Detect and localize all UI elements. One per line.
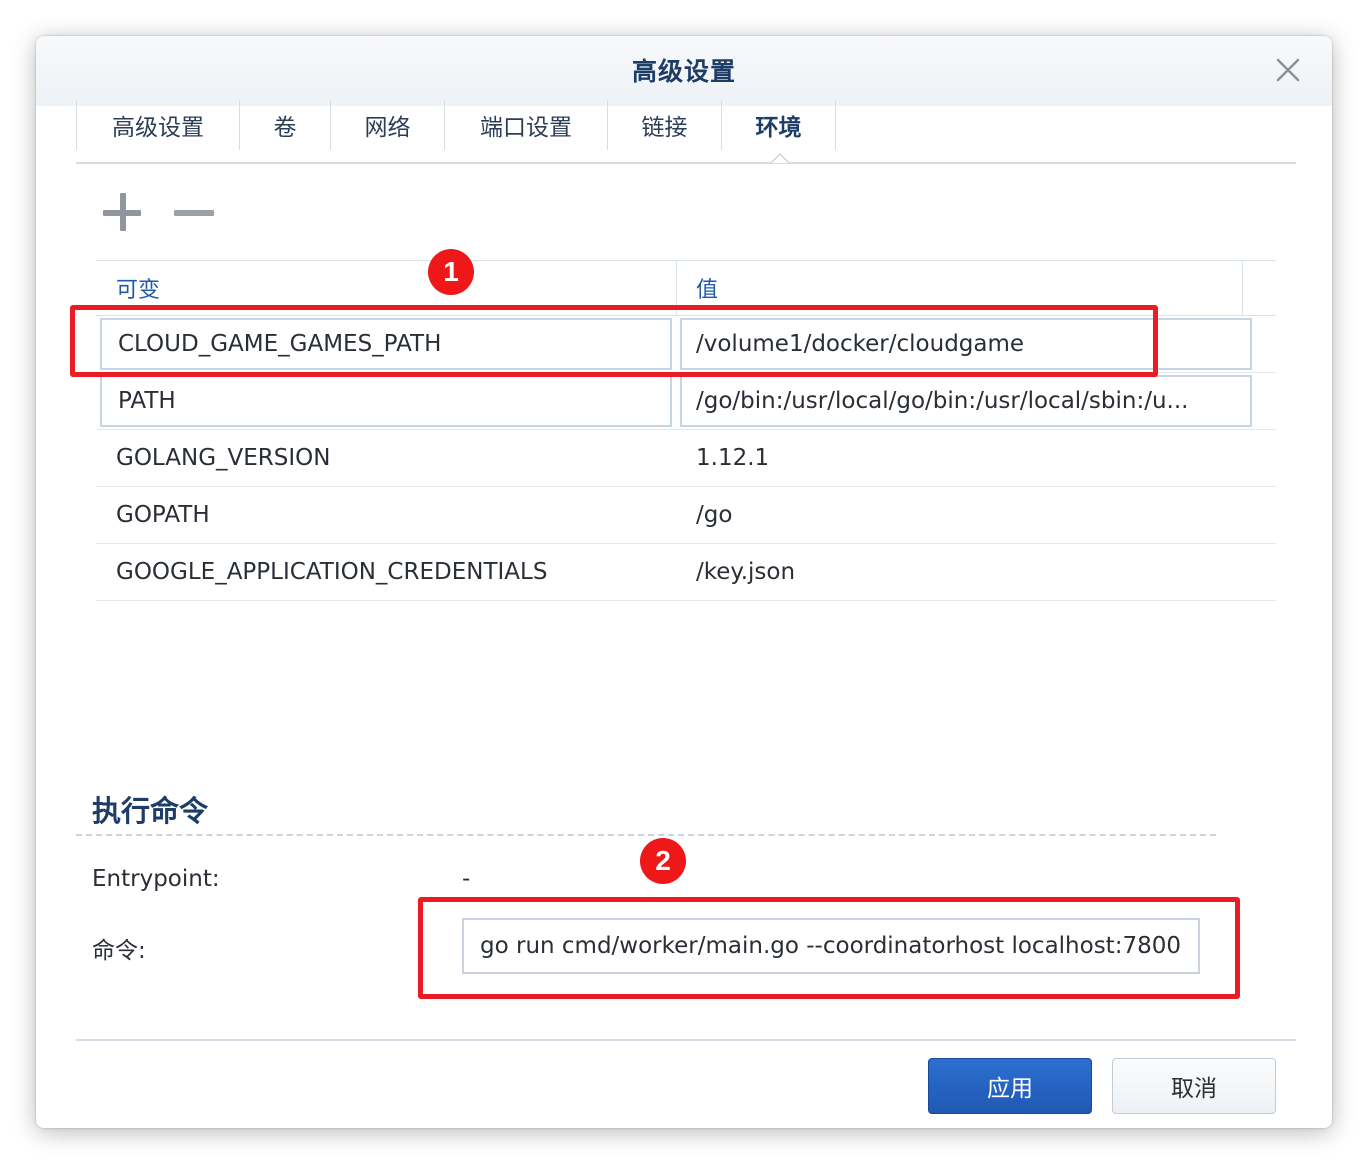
variable-name-field[interactable]: PATH: [100, 375, 672, 427]
variable-name: GOLANG_VERSION: [116, 445, 331, 471]
table-row[interactable]: PATH /go/bin:/usr/local/go/bin:/usr/loca…: [96, 373, 1276, 430]
table-row[interactable]: GOLANG_VERSION 1.12.1: [96, 430, 1276, 487]
tab-underline: [76, 162, 1296, 164]
tab-network[interactable]: 网络: [331, 100, 445, 150]
close-icon: [1276, 58, 1300, 82]
variable-name: GOOGLE_APPLICATION_CREDENTIALS: [116, 559, 548, 585]
dialog-titlebar: 高级设置: [36, 36, 1332, 106]
footer-divider: [76, 1039, 1296, 1041]
variable-value: /go/bin:/usr/local/go/bin:/usr/local/sbi…: [696, 388, 1189, 414]
variable-name: CLOUD_GAME_GAMES_PATH: [118, 331, 442, 357]
column-divider: [676, 261, 677, 315]
entrypoint-label: Entrypoint:: [92, 866, 220, 892]
tab-label: 链接: [641, 115, 688, 141]
section-divider: [76, 834, 1216, 836]
apply-button[interactable]: 应用: [928, 1058, 1092, 1114]
close-button[interactable]: [1272, 54, 1304, 86]
entrypoint-value: -: [462, 866, 471, 892]
column-divider: [1242, 261, 1243, 315]
minus-icon: [174, 210, 214, 216]
variable-name: PATH: [118, 388, 176, 414]
section-title-exec-command: 执行命令: [92, 794, 209, 828]
tab-volume[interactable]: 卷: [240, 100, 331, 150]
environment-table: 可变 值 CLOUD_GAME_GAMES_PATH /volume1/dock…: [96, 260, 1276, 601]
variable-value-field[interactable]: /go/bin:/usr/local/go/bin:/usr/local/sbi…: [680, 375, 1252, 427]
add-variable-button[interactable]: [98, 188, 146, 236]
tab-label: 环境: [755, 115, 802, 141]
tab-label: 端口设置: [480, 115, 572, 141]
cancel-button[interactable]: 取消: [1112, 1058, 1276, 1114]
table-row[interactable]: GOOGLE_APPLICATION_CREDENTIALS /key.json: [96, 544, 1276, 601]
tab-advanced-settings[interactable]: 高级设置: [76, 100, 240, 150]
tab-port-settings[interactable]: 端口设置: [445, 100, 608, 150]
command-label: 命令:: [92, 938, 146, 964]
annotation-badge-1: 1: [428, 249, 474, 295]
table-header: 可变 值: [96, 260, 1276, 316]
advanced-settings-dialog: 高级设置 高级设置 卷 网络 端口设置 链接 环境 可变 值 CLOUD_GAM…: [36, 36, 1332, 1128]
variable-value: /key.json: [696, 559, 796, 585]
tab-label: 卷: [273, 115, 297, 141]
table-row[interactable]: GOPATH /go: [96, 487, 1276, 544]
table-row[interactable]: CLOUD_GAME_GAMES_PATH /volume1/docker/cl…: [96, 316, 1276, 373]
variable-name: GOPATH: [116, 502, 210, 528]
remove-variable-button[interactable]: [170, 188, 218, 236]
variable-name-field[interactable]: CLOUD_GAME_GAMES_PATH: [100, 318, 672, 370]
variable-value: /go: [696, 502, 733, 528]
variable-value-field[interactable]: /volume1/docker/cloudgame: [680, 318, 1252, 370]
tab-label: 网络: [364, 115, 411, 141]
column-header-variable[interactable]: 可变: [116, 261, 160, 315]
tab-label: 高级设置: [112, 115, 204, 141]
plus-icon: [103, 193, 141, 231]
command-input[interactable]: go run cmd/worker/main.go --coordinatorh…: [462, 918, 1200, 974]
dialog-title: 高级设置: [631, 57, 736, 86]
variable-value: /volume1/docker/cloudgame: [696, 331, 1025, 357]
column-header-value[interactable]: 值: [696, 261, 718, 315]
tab-bar: 高级设置 卷 网络 端口设置 链接 环境: [76, 100, 836, 163]
variable-value: 1.12.1: [696, 445, 770, 471]
tab-links[interactable]: 链接: [608, 100, 722, 150]
annotation-badge-2: 2: [640, 838, 686, 884]
tab-environment[interactable]: 环境: [722, 100, 836, 163]
